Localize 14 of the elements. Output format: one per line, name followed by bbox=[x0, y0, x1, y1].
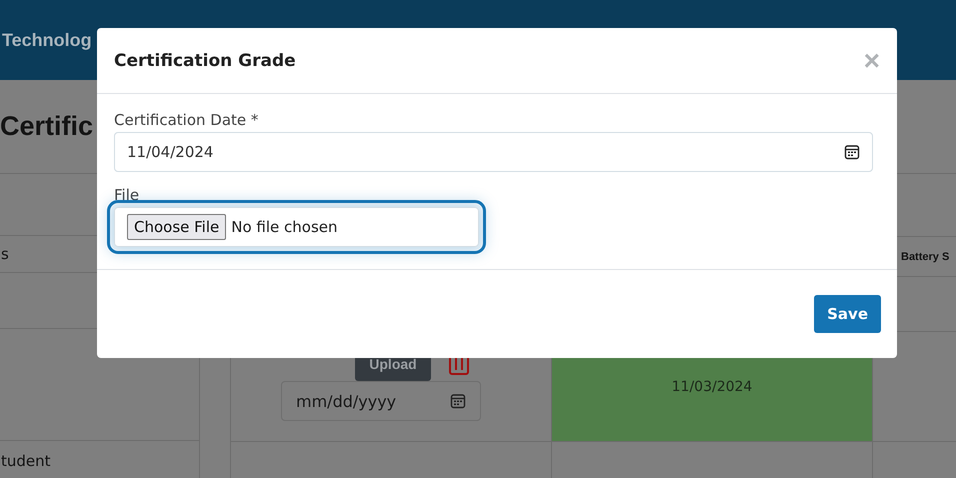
row-label: tudent bbox=[1, 452, 51, 470]
column-header: Battery S bbox=[901, 250, 950, 262]
date-field[interactable]: 11/04/2024 bbox=[114, 132, 873, 172]
date-field[interactable]: mm/dd/yyyy bbox=[281, 381, 481, 421]
page-title: Certific bbox=[0, 111, 94, 142]
field-label: Certification Date * bbox=[114, 111, 260, 129]
row-label: s bbox=[1, 245, 9, 263]
brand-name: Technolog bbox=[2, 30, 92, 50]
field-label: File bbox=[114, 186, 140, 204]
choose-file-button[interactable]: Choose File bbox=[127, 214, 226, 240]
file-status: No file chosen bbox=[231, 218, 338, 236]
calendar-icon[interactable] bbox=[844, 144, 860, 160]
save-button[interactable]: Save bbox=[814, 295, 881, 333]
dialog-title: Certification Grade bbox=[114, 50, 296, 70]
